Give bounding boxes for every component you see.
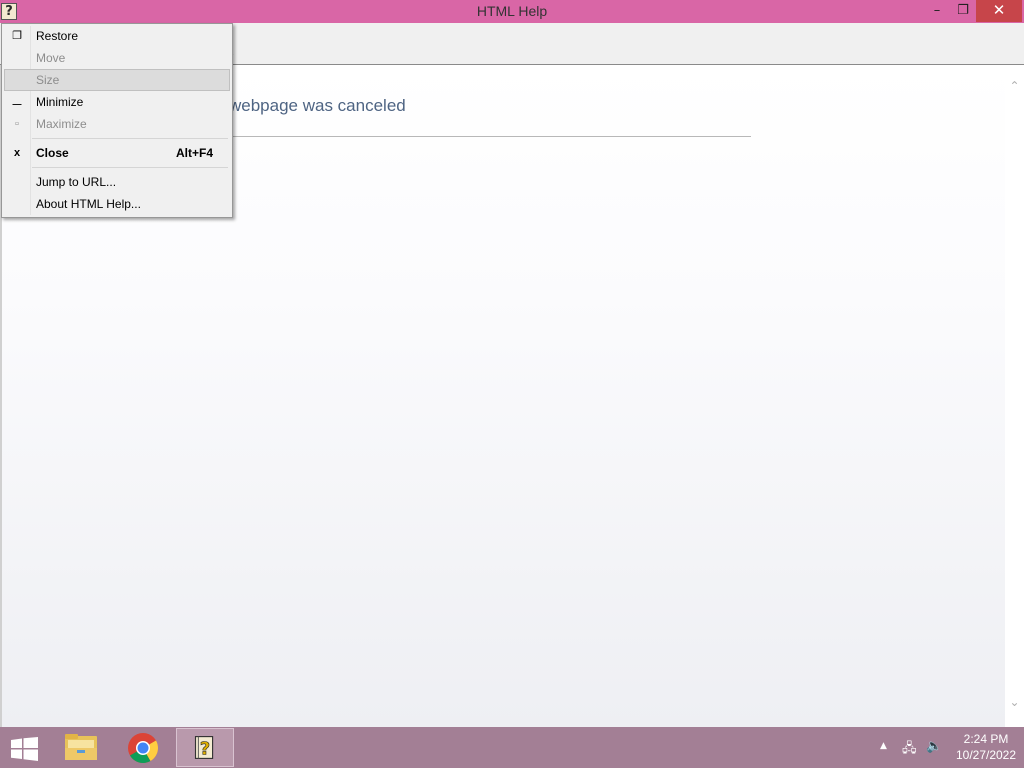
scroll-up-icon[interactable]: ⌃ [1005,79,1024,93]
system-tray: ▲ 🖧 🔈 2:24 PM 10/27/2022 [864,727,1024,768]
clock-time: 2:24 PM [963,732,1009,746]
restore-icon: ❐ [12,30,22,42]
window-title: HTML Help [476,3,548,19]
start-button[interactable] [0,728,48,767]
menu-item-label: About HTML Help... [36,197,141,211]
menu-item-about[interactable]: About HTML Help... [4,193,230,215]
title-bar[interactable]: ? HTML Help – ❐ ✕ [0,0,1024,23]
taskbar-app-chrome[interactable] [114,728,172,767]
taskbar-app-file-explorer[interactable] [52,728,110,767]
restore-button[interactable]: ❐ [950,0,976,22]
menu-item-label: Move [36,51,66,65]
scroll-down-icon[interactable]: ⌄ [1005,695,1024,709]
show-hidden-icons-icon[interactable]: ▲ [880,741,887,751]
menu-separator [32,167,228,168]
vertical-scrollbar[interactable]: ⌃ ⌄ [1005,65,1024,727]
minimize-icon: — [12,99,22,109]
maximize-icon: ▫ [15,118,19,130]
menu-item-label: Maximize [36,117,87,131]
page-heading: webpage was canceled [229,96,406,115]
menu-separator [32,138,228,139]
minimize-button[interactable]: – [924,0,950,22]
menu-item-shortcut: Alt+F4 [176,146,214,160]
volume-icon[interactable]: 🔈 [926,739,942,754]
taskbar-app-html-help[interactable]: ? [176,728,234,767]
menu-item-label: Size [36,73,60,87]
menu-item-close[interactable]: x Close Alt+F4 [4,142,230,164]
svg-text:?: ? [200,739,210,760]
taskbar: ? ▲ 🖧 🔈 2:24 PM 10/27/2022 [0,727,1024,768]
menu-item-size[interactable]: Size [4,69,230,91]
system-menu: ❐ Restore Move Size — Minimize ▫ Maximiz… [1,23,233,218]
clock-date: 10/27/2022 [955,748,1017,762]
close-button[interactable]: ✕ [976,0,1022,22]
folder-icon [65,734,97,760]
menu-item-label: Restore [36,29,79,43]
menu-item-maximize[interactable]: ▫ Maximize [4,113,230,135]
menu-item-label: Jump to URL... [36,175,117,189]
menu-item-restore[interactable]: ❐ Restore [4,25,230,47]
network-icon[interactable]: 🖧 [902,739,917,761]
heading-divider [229,136,751,137]
close-icon: x [13,147,21,159]
menu-item-minimize[interactable]: — Minimize [4,91,230,113]
menu-item-label: Close [36,146,69,160]
help-book-icon: ? [194,736,214,760]
menu-item-move[interactable]: Move [4,47,230,69]
menu-item-jump-to-url[interactable]: Jump to URL... [4,171,230,193]
windows-logo-icon [11,737,38,761]
clock[interactable]: 2:24 PM 10/27/2022 [950,731,1022,763]
menu-item-label: Minimize [36,95,84,109]
chrome-icon [128,733,158,764]
